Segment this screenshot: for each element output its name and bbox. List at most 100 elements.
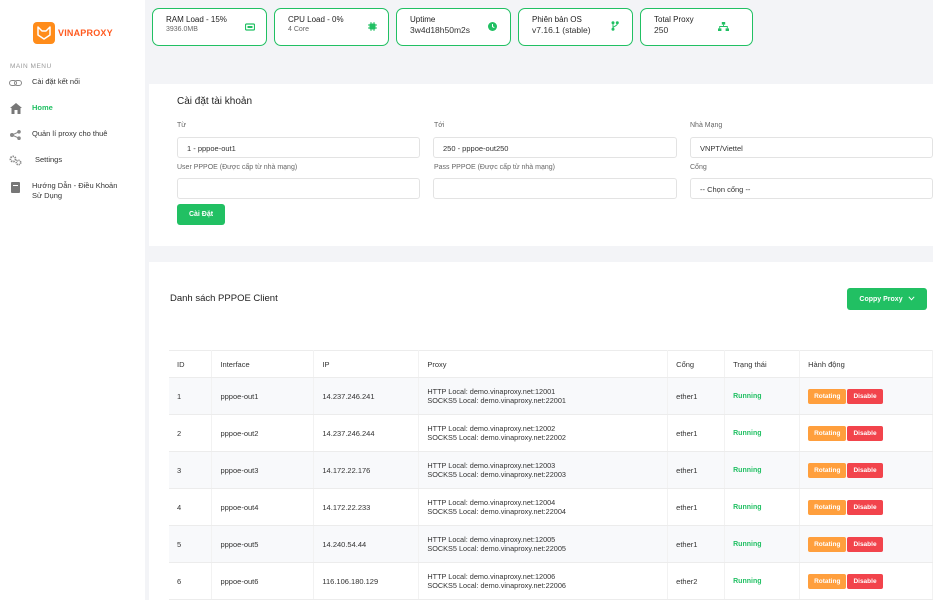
- http-proxy[interactable]: HTTP Local: demo.vinaproxy.net:12006: [427, 572, 667, 582]
- rotating-button[interactable]: Rotating: [808, 425, 847, 441]
- table-header-row: ID Interface IP Proxy Cổng Trạng thái Hà…: [169, 350, 933, 378]
- install-button[interactable]: Cài Đặt: [177, 204, 225, 225]
- disable-button[interactable]: Disable: [847, 536, 883, 552]
- cell-proxy: HTTP Local: demo.vinaproxy.net:12005 SOCK…: [418, 525, 669, 563]
- socks5-proxy[interactable]: SOCKS5 Local: demo.vinaproxy.net:22006: [427, 581, 667, 591]
- http-proxy[interactable]: HTTP Local: demo.vinaproxy.net:12003: [427, 461, 667, 471]
- logo[interactable]: VINAPROXY: [0, 0, 145, 50]
- col-interface: Interface: [211, 350, 315, 378]
- cell-port: ether1: [667, 525, 726, 563]
- cell-interface: pppoe-out3: [211, 451, 315, 489]
- cell-proxy: HTTP Local: demo.vinaproxy.net:12003 SOCK…: [418, 451, 669, 489]
- isp-select[interactable]: VNPT/Viettel: [690, 137, 933, 158]
- cell-port: ether2: [667, 562, 726, 600]
- http-proxy[interactable]: HTTP Local: demo.vinaproxy.net:12001: [427, 387, 667, 397]
- rotating-button[interactable]: Rotating: [808, 388, 847, 404]
- stat-value: 250: [654, 25, 669, 35]
- socks5-proxy[interactable]: SOCKS5 Local: demo.vinaproxy.net:22005: [427, 544, 667, 554]
- cell-interface: pppoe-out4: [211, 488, 315, 526]
- socks5-proxy[interactable]: SOCKS5 Local: demo.vinaproxy.net:22002: [427, 433, 667, 443]
- sidebar-item-proxy-rental[interactable]: Quản lí proxy cho thuê: [0, 129, 145, 155]
- port-select[interactable]: -- Chọn cổng --: [690, 178, 933, 199]
- from-select[interactable]: 1 - pppoe-out1: [177, 137, 420, 158]
- rotating-button[interactable]: Rotating: [808, 462, 847, 478]
- chevron-down-icon: [908, 295, 915, 303]
- sidebar-item-label: Settings: [35, 155, 63, 164]
- cell-actions: Rotating Disable: [799, 562, 933, 600]
- to-select[interactable]: 250 - pppoe-out250: [433, 137, 677, 158]
- cell-actions: Rotating Disable: [799, 525, 933, 563]
- cell-port: ether1: [667, 414, 726, 452]
- memory-icon: [244, 18, 256, 36]
- cell-actions: Rotating Disable: [799, 451, 933, 489]
- status-badge: Running: [724, 525, 801, 563]
- cell-port: ether1: [667, 488, 726, 526]
- socks5-proxy[interactable]: SOCKS5 Local: demo.vinaproxy.net:22003: [427, 470, 667, 480]
- socks5-proxy[interactable]: SOCKS5 Local: demo.vinaproxy.net:22004: [427, 507, 667, 517]
- sidebar-item-label: Cài đặt kết nối: [32, 77, 80, 86]
- sidebar-item-home[interactable]: Home: [0, 103, 145, 129]
- cell-proxy: HTTP Local: demo.vinaproxy.net:12001 SOCK…: [418, 377, 669, 415]
- cell-actions: Rotating Disable: [799, 414, 933, 452]
- cell-id: 4: [169, 488, 213, 526]
- status-badge: Running: [724, 451, 801, 489]
- section-title: Danh sách PPPOE Client: [170, 293, 278, 304]
- rotating-button[interactable]: Rotating: [808, 499, 847, 515]
- sidebar-item-connection-settings[interactable]: Cài đặt kết nối: [0, 77, 145, 103]
- rotating-button[interactable]: Rotating: [808, 573, 847, 589]
- user-pppoe-input[interactable]: [177, 178, 420, 199]
- cell-ip: 14.172.22.233: [313, 488, 420, 526]
- stat-title: Total Proxy: [654, 15, 694, 24]
- isp-label: Nhà Mạng: [690, 122, 723, 129]
- table-row: 6 pppoe-out6 116.106.180.129 HTTP Local: de…: [169, 562, 933, 600]
- status-badge: Running: [724, 377, 801, 415]
- socks5-proxy[interactable]: SOCKS5 Local: demo.vinaproxy.net:22001: [427, 396, 667, 406]
- user-label: User PPPOE (Được cấp từ nhà mạng): [177, 164, 298, 171]
- disable-button[interactable]: Disable: [847, 425, 883, 441]
- cell-ip: 14.237.246.244: [313, 414, 420, 452]
- cell-proxy: HTTP Local: demo.vinaproxy.net:12006 SOCK…: [418, 562, 669, 600]
- menu-label: MAIN MENU: [10, 63, 52, 70]
- col-proxy: Proxy: [418, 350, 669, 378]
- disable-button[interactable]: Disable: [847, 573, 883, 589]
- cell-actions: Rotating Disable: [799, 377, 933, 415]
- stat-os-version: Phiên bản OS v7.16.1 (stable): [518, 8, 633, 46]
- cell-interface: pppoe-out1: [211, 377, 315, 415]
- cell-ip: 14.172.22.176: [313, 451, 420, 489]
- col-ip: IP: [313, 350, 420, 378]
- pppoe-client-table: ID Interface IP Proxy Cổng Trạng thái Hà…: [169, 350, 933, 600]
- sidebar-item-label: Hướng Dẫn - Điều Khoản Sử Dụng: [32, 181, 118, 200]
- pass-label: Pass PPPOE (Được cấp từ nhà mạng): [434, 164, 555, 171]
- cell-ip: 14.237.246.241: [313, 377, 420, 415]
- cell-port: ether1: [667, 377, 726, 415]
- sidebar-item-settings[interactable]: Settings: [0, 155, 145, 181]
- rotating-button[interactable]: Rotating: [808, 536, 847, 552]
- sidebar-item-label: Home: [32, 103, 53, 112]
- disable-button[interactable]: Disable: [847, 499, 883, 515]
- disable-button[interactable]: Disable: [847, 462, 883, 478]
- table-body: 1 pppoe-out1 14.237.246.241 HTTP Local: dem…: [169, 377, 933, 600]
- http-proxy[interactable]: HTTP Local: demo.vinaproxy.net:12005: [427, 535, 667, 545]
- disable-button[interactable]: Disable: [847, 388, 883, 404]
- copy-proxy-button[interactable]: Coppy Proxy: [847, 288, 927, 310]
- pass-pppoe-input[interactable]: [433, 178, 677, 199]
- pppoe-client-panel: Danh sách PPPOE Client Coppy Proxy ID In…: [149, 262, 933, 600]
- brand-name: VINAPROXY: [58, 27, 113, 38]
- col-id: ID: [169, 350, 213, 378]
- stat-uptime: Uptime 3w4d18h50m2s: [396, 8, 511, 46]
- stat-total-proxy: Total Proxy 250: [640, 8, 753, 46]
- status-badge: Running: [724, 562, 801, 600]
- sidebar-item-guide-terms[interactable]: Hướng Dẫn - Điều Khoản Sử Dụng: [0, 181, 145, 211]
- cell-interface: pppoe-out2: [211, 414, 315, 452]
- cell-ip: 14.240.54.44: [313, 525, 420, 563]
- page-title: Cài đặt tài khoản: [177, 96, 253, 107]
- branch-icon: [611, 18, 619, 36]
- clock-icon: [488, 18, 497, 36]
- cell-id: 5: [169, 525, 213, 563]
- table-row: 2 pppoe-out2 14.237.246.244 HTTP Local: dem…: [169, 414, 933, 452]
- col-status: Trạng thái: [724, 350, 801, 378]
- cell-actions: Rotating Disable: [799, 488, 933, 526]
- cell-id: 3: [169, 451, 213, 489]
- http-proxy[interactable]: HTTP Local: demo.vinaproxy.net:12002: [427, 424, 667, 434]
- http-proxy[interactable]: HTTP Local: demo.vinaproxy.net:12004: [427, 498, 667, 508]
